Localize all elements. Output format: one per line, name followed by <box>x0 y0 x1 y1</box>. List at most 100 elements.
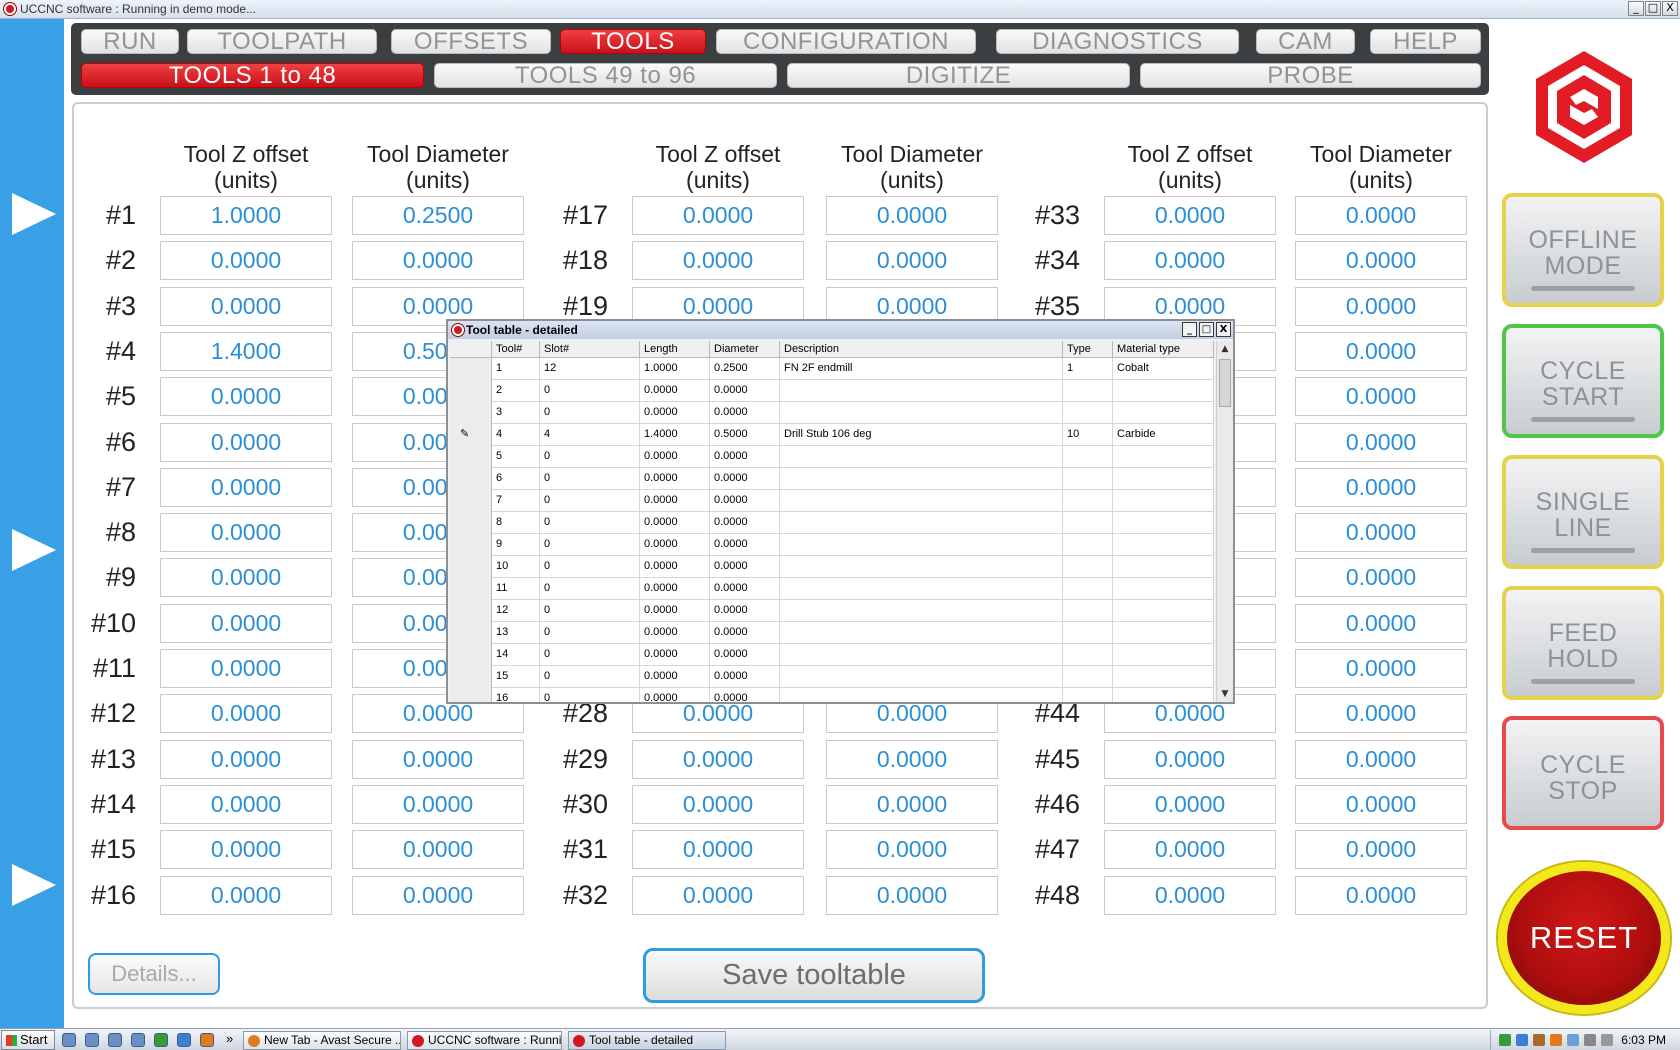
tool-diameter-field[interactable]: 0.2500 <box>352 196 524 235</box>
tool-table-row[interactable]: ✎ 4 4 1.4000 0.5000 Drill Stub 106 deg 10 Carbi… <box>450 424 1214 446</box>
taskbar-more-icon[interactable]: » <box>226 1031 233 1046</box>
tool-table-cell[interactable]: 0.0000 <box>710 402 780 424</box>
tool-table-cell[interactable] <box>1113 666 1214 688</box>
scroll-up-arrow-icon[interactable]: ▲ <box>1217 341 1233 357</box>
tool-table-cell[interactable]: 0.0000 <box>640 644 710 666</box>
tool-table-cell[interactable] <box>1063 468 1113 490</box>
dialog-close-button[interactable]: X <box>1216 322 1231 337</box>
tool-table-cell[interactable] <box>780 446 1063 468</box>
tool-table-row[interactable]: 11 0 0.0000 0.0000 <box>450 578 1214 600</box>
tool-table-cell[interactable] <box>1063 578 1113 600</box>
tool-table-cell[interactable]: 0.0000 <box>710 490 780 512</box>
tool-table-cell[interactable] <box>1113 380 1214 402</box>
quicklaunch-word-icon[interactable] <box>108 1033 122 1047</box>
tool-table-cell[interactable] <box>1113 512 1214 534</box>
tray-update-icon[interactable] <box>1516 1034 1528 1046</box>
tool-table-cell[interactable] <box>1063 490 1113 512</box>
tool-table-cell[interactable]: 0.0000 <box>640 490 710 512</box>
tool-table-cell[interactable]: 0 <box>540 622 640 644</box>
tool-z-offset-field[interactable]: 0.0000 <box>160 558 332 598</box>
tool-table-cell[interactable]: 4 <box>492 424 540 446</box>
tool-z-offset-field[interactable]: 0.0000 <box>632 784 804 824</box>
tool-table-cell[interactable]: 0.5000 <box>710 424 780 446</box>
details-button[interactable]: Details... <box>88 953 220 995</box>
tool-table-cell[interactable] <box>1063 556 1113 578</box>
quicklaunch-ie-icon[interactable] <box>177 1033 191 1047</box>
tool-table-cell[interactable] <box>780 578 1063 600</box>
tool-diameter-field[interactable]: 0.0000 <box>1295 784 1467 824</box>
tool-table-cell[interactable] <box>1063 644 1113 666</box>
tool-z-offset-field[interactable]: 0.0000 <box>160 603 332 643</box>
tool-table-cell[interactable]: 0.2500 <box>710 358 780 380</box>
tool-diameter-field[interactable]: 0.0000 <box>1295 649 1467 688</box>
tool-diameter-field[interactable]: 0.0000 <box>1295 739 1467 779</box>
tool-table-cell[interactable]: 15 <box>492 666 540 688</box>
tool-table-cell[interactable]: 12 <box>540 358 640 380</box>
tool-table-cell[interactable]: Carbide <box>1113 424 1214 446</box>
tool-z-offset-field[interactable]: 0.0000 <box>160 377 332 417</box>
tool-table-cell[interactable]: 0 <box>540 534 640 556</box>
tool-table-cell[interactable] <box>1063 534 1113 556</box>
tool-table-cell[interactable]: 0.0000 <box>640 534 710 556</box>
task-tool-table[interactable]: Tool table - detailed <box>568 1031 726 1050</box>
tool-table-cell[interactable]: 13 <box>492 622 540 644</box>
tool-z-offset-field[interactable]: 0.0000 <box>160 694 332 734</box>
tool-diameter-field[interactable]: 0.0000 <box>352 784 524 824</box>
quicklaunch-tool-icon[interactable] <box>131 1033 145 1047</box>
scroll-thumb[interactable] <box>1219 359 1231 407</box>
tool-table-cell[interactable]: 1 <box>492 358 540 380</box>
play-arrow-icon[interactable] <box>12 529 56 571</box>
row-header[interactable] <box>450 556 492 578</box>
grid-header-length[interactable]: Length <box>640 341 710 357</box>
tool-table-cell[interactable]: 0.0000 <box>710 556 780 578</box>
tool-z-offset-field[interactable]: 0.0000 <box>160 784 332 824</box>
row-header[interactable] <box>450 644 492 666</box>
tool-z-offset-field[interactable]: 0.0000 <box>632 830 804 870</box>
tool-table-row[interactable]: 2 0 0.0000 0.0000 <box>450 380 1214 402</box>
tool-table-row[interactable]: 5 0 0.0000 0.0000 <box>450 446 1214 468</box>
tool-z-offset-field[interactable]: 0.0000 <box>632 875 804 915</box>
tool-table-cell[interactable]: 0.0000 <box>640 380 710 402</box>
tool-table-cell[interactable]: 0.0000 <box>710 688 780 702</box>
tool-diameter-field[interactable]: 0.0000 <box>826 739 998 779</box>
tool-table-cell[interactable] <box>780 534 1063 556</box>
tray-device-icon[interactable] <box>1533 1034 1545 1046</box>
tool-table-cell[interactable] <box>780 622 1063 644</box>
task-browser[interactable]: New Tab - Avast Secure ... <box>243 1031 401 1050</box>
tool-diameter-field[interactable]: 0.0000 <box>1295 603 1467 643</box>
tool-z-offset-field[interactable]: 0.0000 <box>632 241 804 281</box>
save-tooltable-button[interactable]: Save tooltable <box>643 948 985 1003</box>
tool-z-offset-field[interactable]: 1.0000 <box>160 196 332 235</box>
tool-diameter-field[interactable]: 0.0000 <box>826 875 998 915</box>
row-header[interactable] <box>450 512 492 534</box>
tool-table-cell[interactable]: 0.0000 <box>640 512 710 534</box>
tool-table-cell[interactable]: 0.0000 <box>640 468 710 490</box>
tool-table-cell[interactable]: 0.0000 <box>640 578 710 600</box>
tool-diameter-field[interactable]: 0.0000 <box>1295 377 1467 417</box>
row-header[interactable] <box>450 358 492 380</box>
tool-diameter-field[interactable]: 0.0000 <box>1295 331 1467 371</box>
tool-diameter-field[interactable]: 0.0000 <box>1295 467 1467 507</box>
tool-table-cell[interactable]: 0.0000 <box>710 644 780 666</box>
subtab-digitize[interactable]: DIGITIZE <box>787 63 1130 88</box>
tool-table-cell[interactable] <box>1063 512 1113 534</box>
tool-table-cell[interactable]: Drill Stub 106 deg <box>780 424 1063 446</box>
tool-z-offset-field[interactable]: 0.0000 <box>160 286 332 326</box>
row-header[interactable] <box>450 402 492 424</box>
cycle-start-button[interactable]: CYCLE START <box>1502 324 1664 438</box>
tool-table-row[interactable]: 1 12 1.0000 0.2500 FN 2F endmill 1 Cobalt <box>450 358 1214 380</box>
grid-header-material[interactable]: Material type <box>1113 341 1214 357</box>
tool-diameter-field[interactable]: 0.0000 <box>352 739 524 779</box>
tray-network-icon[interactable] <box>1499 1034 1511 1046</box>
tool-table-cell[interactable] <box>780 402 1063 424</box>
tool-z-offset-field[interactable]: 0.0000 <box>160 875 332 915</box>
tray-volume-icon[interactable] <box>1584 1034 1596 1046</box>
play-arrow-icon[interactable] <box>12 193 56 235</box>
tool-table-cell[interactable]: FN 2F endmill <box>780 358 1063 380</box>
tool-table-cell[interactable]: 0.0000 <box>710 446 780 468</box>
tool-diameter-field[interactable]: 0.0000 <box>1295 241 1467 281</box>
tool-table-cell[interactable]: 0.0000 <box>640 446 710 468</box>
tool-table-cell[interactable]: 0 <box>540 380 640 402</box>
tool-table-cell[interactable] <box>1113 578 1214 600</box>
tool-table-cell[interactable]: 16 <box>492 688 540 702</box>
